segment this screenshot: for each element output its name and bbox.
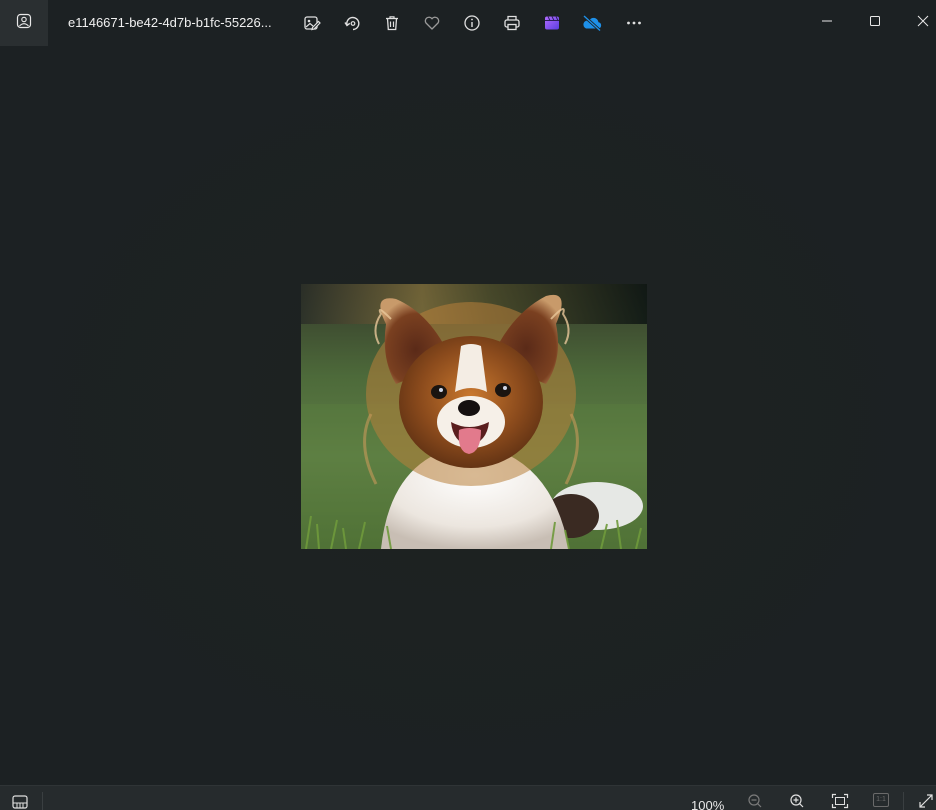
clipchamp-button[interactable]: [540, 11, 564, 35]
actual-size-button[interactable]: 1:1: [872, 793, 890, 810]
clipchamp-icon: [543, 14, 561, 32]
fullscreen-icon: [918, 793, 934, 810]
actual-size-icon: 1:1: [873, 793, 889, 807]
more-icon: [625, 14, 643, 32]
fullscreen-button[interactable]: [917, 793, 935, 810]
app-icon-button[interactable]: [0, 0, 48, 46]
delete-button[interactable]: [380, 11, 404, 35]
edit-image-icon: [303, 14, 321, 32]
maximize-button[interactable]: [852, 0, 898, 46]
file-info-button[interactable]: [460, 11, 484, 35]
photos-app-icon: [16, 13, 32, 34]
close-icon: [917, 14, 929, 32]
trash-icon: [383, 14, 401, 32]
onedrive-button[interactable]: [580, 11, 604, 35]
fit-to-window-icon: [831, 793, 849, 810]
rotate-icon: [343, 14, 361, 32]
zoom-in-button[interactable]: [788, 793, 806, 810]
zoom-level-text[interactable]: 100%: [691, 798, 724, 810]
image-canvas[interactable]: [0, 46, 936, 785]
divider: [42, 792, 43, 810]
favorite-button[interactable]: [420, 11, 444, 35]
fit-to-window-button[interactable]: [831, 793, 849, 810]
zoom-in-icon: [789, 793, 805, 810]
rotate-button[interactable]: [340, 11, 364, 35]
zoom-out-icon: [747, 793, 763, 810]
photos-window: e1146671-be42-4d7b-b1fc-55226... 100% 1:…: [0, 0, 936, 810]
divider: [903, 792, 904, 810]
bottom-toolbar: 100% 1:1: [0, 785, 936, 810]
printer-icon: [503, 14, 521, 32]
heart-icon: [423, 14, 441, 32]
onedrive-off-icon: [581, 14, 603, 32]
info-icon: [463, 14, 481, 32]
edit-image-button[interactable]: [300, 11, 324, 35]
filmstrip-icon: [11, 793, 29, 810]
filmstrip-button[interactable]: [11, 793, 29, 810]
title-bar: e1146671-be42-4d7b-b1fc-55226...: [0, 0, 936, 46]
maximize-icon: [869, 14, 881, 32]
minimize-icon: [821, 14, 833, 32]
minimize-button[interactable]: [804, 0, 850, 46]
more-options-button[interactable]: [622, 11, 646, 35]
zoom-out-button[interactable]: [746, 793, 764, 810]
print-button[interactable]: [500, 11, 524, 35]
papillon-dog-photo[interactable]: [301, 284, 647, 549]
close-button[interactable]: [900, 0, 936, 46]
file-name-title: e1146671-be42-4d7b-b1fc-55226...: [68, 15, 272, 30]
